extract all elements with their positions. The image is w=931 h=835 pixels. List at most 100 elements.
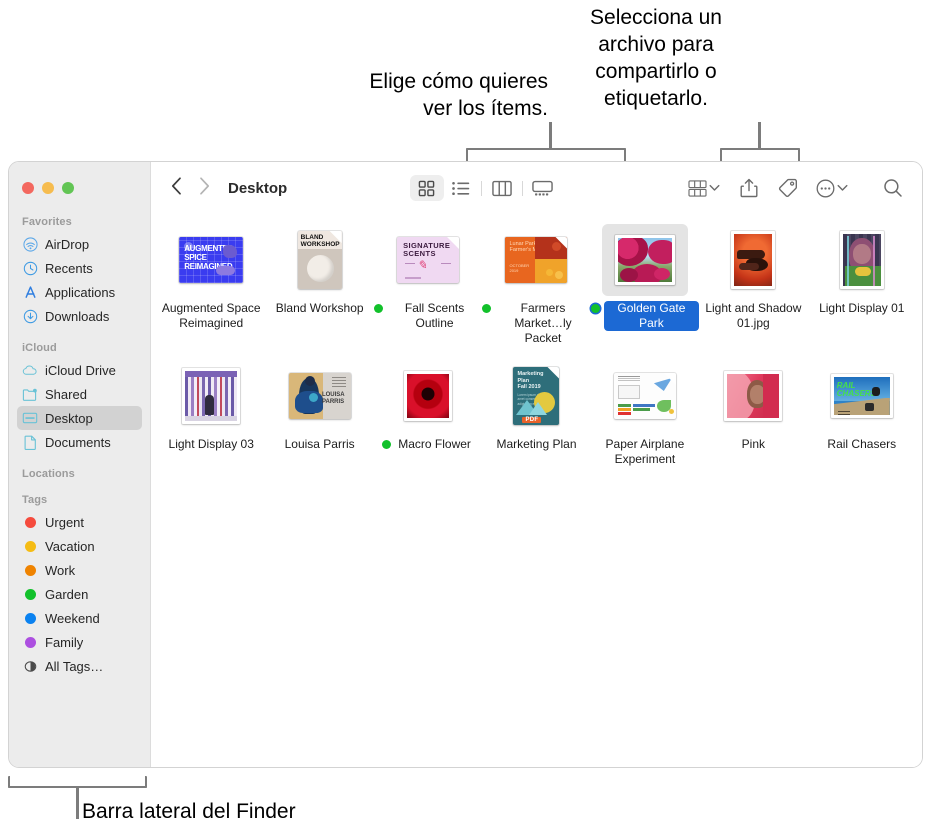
bracket-share-tag <box>720 148 800 162</box>
file-item[interactable]: Light Display 01 <box>808 224 916 346</box>
group-by-control[interactable] <box>682 175 724 201</box>
tab-gallery-view[interactable] <box>526 175 560 201</box>
tag-dot-icon <box>22 634 38 650</box>
tag-button[interactable] <box>772 175 802 201</box>
toolbar-divider <box>480 180 482 196</box>
minimize-button[interactable] <box>42 182 54 194</box>
file-thumbnail: Marketing Plan Fall 2019 Lorem ipsum dolor… <box>493 360 579 432</box>
file-thumbnail <box>385 360 471 432</box>
sidebar-item-tag-urgent[interactable]: Urgent <box>17 510 142 534</box>
tab-column-view[interactable] <box>485 175 519 201</box>
file-thumbnail <box>710 224 796 296</box>
bracket-view-options <box>466 148 626 162</box>
more-icon[interactable] <box>810 175 840 201</box>
callout-view-options: Elige cómo quieres ver los ítems. <box>369 70 548 120</box>
file-item[interactable]: LOUISA PARRIS Louisa Parris <box>265 360 373 467</box>
forward-button[interactable] <box>199 176 210 200</box>
callout-sidebar: Barra lateral del Finder <box>82 800 296 823</box>
sidebar-item-documents[interactable]: Documents <box>17 430 142 454</box>
file-item[interactable]: Pink <box>699 360 807 467</box>
file-item[interactable]: Light and Shadow 01.jpg <box>699 224 807 346</box>
sidebar-item-recents[interactable]: Recents <box>17 256 142 280</box>
group-items-icon[interactable] <box>682 175 712 201</box>
sidebar-item-label: Applications <box>45 284 116 300</box>
callout-share-tag: Selecciona un archivo para compartirlo o… <box>590 6 722 110</box>
sidebar-header-favorites: Favorites <box>22 216 72 228</box>
file-name: Light Display 01 <box>819 301 905 315</box>
share-button[interactable] <box>734 175 764 201</box>
sidebar-item-label: All Tags… <box>45 658 104 674</box>
sidebar-item-label: Recents <box>45 260 93 276</box>
file-label: Golden Gate Park <box>590 301 700 331</box>
tab-icon-view[interactable] <box>409 175 444 201</box>
sidebar-section-locations: Locations <box>9 468 150 484</box>
tab-list-view[interactable] <box>444 175 478 201</box>
file-label: Fall Scents Outline <box>373 301 482 331</box>
sidebar-item-label: iCloud Drive <box>45 362 116 378</box>
sidebar-item-icloud-drive[interactable]: iCloud Drive <box>17 358 142 382</box>
clock-icon <box>22 260 38 276</box>
sidebar-item-downloads[interactable]: Downloads <box>17 304 142 328</box>
file-name: Augmented Space Reimagined <box>161 301 261 330</box>
search-button[interactable] <box>878 175 908 201</box>
sidebar-item-tag-work[interactable]: Work <box>17 558 142 582</box>
back-button[interactable] <box>171 176 182 200</box>
file-item[interactable]: SIGNATURE SCENTS ✎ Fall Scents Outline <box>373 224 482 346</box>
file-item[interactable]: Macro Flower <box>374 360 482 467</box>
sidebar-item-tag-family[interactable]: Family <box>17 630 142 654</box>
file-item[interactable]: RAIL CHASERS Rail Chasers <box>808 360 916 467</box>
sidebar-section-tags: Tags Urgent Vacation Work Garden Weekend… <box>9 494 150 678</box>
file-name: Marketing Plan <box>496 437 577 451</box>
file-browser-content: AUGMENTED SPICE REIMAGINED Augmented Space… <box>151 214 922 767</box>
tag-dot-icon <box>22 586 38 602</box>
navigation-arrows <box>171 176 210 200</box>
file-item[interactable]: BLAND WORKSHOP Bland Workshop <box>265 224 373 346</box>
file-item[interactable]: Paper Airplane Experiment <box>591 360 699 467</box>
zoom-button[interactable] <box>62 182 74 194</box>
sidebar-item-tag-garden[interactable]: Garden <box>17 582 142 606</box>
sidebar-item-label: Vacation <box>45 538 95 554</box>
sidebar-item-shared[interactable]: Shared <box>17 382 142 406</box>
file-thumbnail: LOUISA PARRIS <box>277 360 363 432</box>
sidebar-item-desktop[interactable]: Desktop <box>17 406 142 430</box>
desktop-icon <box>22 410 38 426</box>
sidebar-header-tags: Tags <box>22 494 48 506</box>
icon-grid: AUGMENTED SPICE REIMAGINED Augmented Space… <box>151 224 922 467</box>
file-label: Macro Flower <box>382 437 474 452</box>
sidebar-item-tag-vacation[interactable]: Vacation <box>17 534 142 558</box>
file-item[interactable]: Golden Gate Park <box>590 224 700 346</box>
file-thumbnail <box>168 360 254 432</box>
sidebar-item-tag-weekend[interactable]: Weekend <box>17 606 142 630</box>
airdrop-icon <box>22 236 38 252</box>
file-label: Marketing Plan <box>493 437 579 452</box>
more-actions-control[interactable] <box>810 175 852 201</box>
close-button[interactable] <box>22 182 34 194</box>
sidebar-section-icloud: iCloud iCloud Drive Shared Desktop Docum… <box>9 342 150 454</box>
file-thumbnail <box>601 224 688 296</box>
file-label: Paper Airplane Experiment <box>591 437 699 467</box>
file-item[interactable]: AUGMENTED SPICE REIMAGINED Augmented Space… <box>157 224 265 346</box>
applications-icon <box>22 284 38 300</box>
file-thumbnail <box>819 224 905 296</box>
file-label: Farmers Market…ly Packet <box>482 301 590 346</box>
sidebar-item-applications[interactable]: Applications <box>17 280 142 304</box>
file-label: Pink <box>739 437 768 452</box>
tag-dot-icon <box>373 304 383 313</box>
cloud-icon <box>22 362 38 378</box>
toolbar-divider <box>521 180 523 196</box>
file-label: Louisa Parris <box>282 437 358 452</box>
document-icon <box>22 434 38 450</box>
sidebar-item-label: Desktop <box>45 410 93 426</box>
chevron-down-icon[interactable] <box>837 179 848 197</box>
chevron-down-icon[interactable] <box>709 179 720 197</box>
sidebar-item-all-tags[interactable]: All Tags… <box>17 654 142 678</box>
sidebar-item-airdrop[interactable]: AirDrop <box>17 232 142 256</box>
screenshot-root: Elige cómo quieres ver los ítems. Selecc… <box>0 0 931 835</box>
file-thumbnail <box>602 360 688 432</box>
file-item[interactable]: Light Display 03 <box>157 360 265 467</box>
file-thumbnail: Lunar Park Farmer's Market OCTOBER 2019 <box>493 224 579 296</box>
file-thumbnail: BLAND WORKSHOP <box>277 224 363 296</box>
file-item[interactable]: Lunar ParkFarmer's Market OCTOBER2019 <box>482 224 590 346</box>
file-item[interactable]: Marketing Plan Fall 2019 Lorem ipsum dolor… <box>482 360 590 467</box>
file-label: Rail Chasers <box>824 437 899 452</box>
